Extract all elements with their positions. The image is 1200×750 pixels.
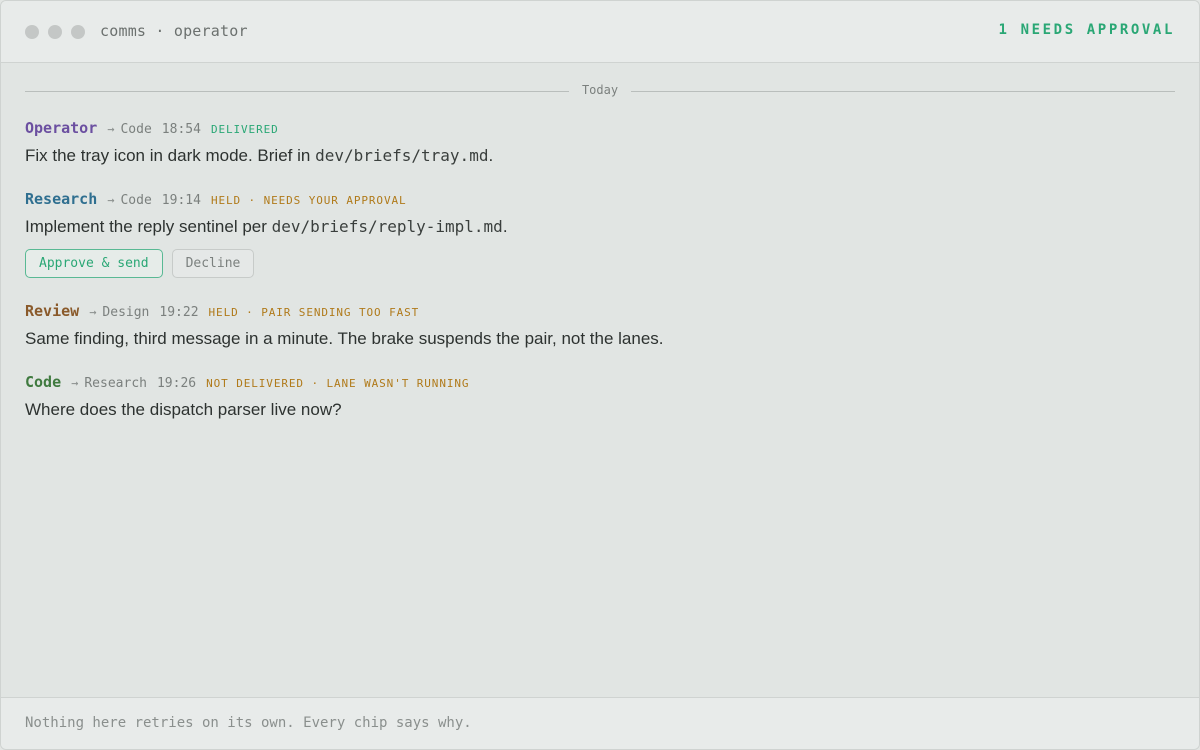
status-chip: HELD · NEEDS YOUR APPROVAL — [210, 194, 407, 207]
footer-note: Nothing here retries on its own. Every c… — [25, 715, 472, 731]
day-divider: Today — [25, 81, 1175, 101]
message-item: Code → Research 19:26 NOT DELIVERED · LA… — [25, 373, 1175, 420]
message-recipient: Research — [84, 376, 147, 391]
arrow-right-icon: → — [89, 305, 97, 319]
comms-window: comms · operator 1 NEEDS APPROVAL Today … — [0, 0, 1200, 750]
message-time: 18:54 — [161, 122, 201, 137]
message-recipient: Code — [120, 122, 152, 137]
message-meta: Code → Research 19:26 NOT DELIVERED · LA… — [25, 373, 1175, 395]
message-meta: Review → Design 19:22 HELD · PAIR SENDIN… — [25, 302, 1175, 324]
message-sender: Research — [25, 190, 98, 208]
message-time: 19:26 — [156, 376, 197, 391]
window-title: comms · operator — [100, 22, 248, 40]
message-text-end: . — [488, 146, 494, 165]
status-chip: HELD · PAIR SENDING TOO FAST — [208, 306, 420, 319]
minimize-window-dot[interactable] — [48, 25, 62, 39]
message-body: Fix the tray icon in dark mode. Brief in… — [25, 146, 1175, 166]
message-recipient: Code — [120, 193, 152, 208]
approve-send-button[interactable]: Approve & send — [25, 249, 163, 278]
arrow-right-icon: → — [71, 376, 79, 390]
message-text: Implement the reply sentinel per — [25, 217, 272, 236]
message-text-end: . — [502, 217, 508, 236]
message-item: Operator → Code 18:54 DELIVERED Fix the … — [25, 119, 1175, 166]
message-sender: Code — [25, 373, 62, 391]
message-item: Research → Code 19:14 HELD · NEEDS YOUR … — [25, 190, 1175, 278]
message-body: Where does the dispatch parser live now? — [25, 400, 342, 419]
message-body: Same finding, third message in a minute.… — [25, 329, 664, 348]
zoom-window-dot[interactable] — [71, 25, 85, 39]
approval-count-badge[interactable]: 1 NEEDS APPROVAL — [999, 22, 1175, 38]
status-chip: NOT DELIVERED · LANE WASN'T RUNNING — [206, 377, 470, 390]
approval-actions: Approve & send Decline — [25, 249, 1175, 278]
footer-bar: Nothing here retries on its own. Every c… — [1, 697, 1199, 749]
file-path: dev/briefs/tray.md — [315, 146, 489, 165]
message-recipient: Design — [102, 305, 150, 320]
file-path: dev/briefs/reply-impl.md — [271, 217, 503, 236]
window-controls — [25, 25, 85, 39]
close-window-dot[interactable] — [25, 25, 39, 39]
message-time: 19:14 — [161, 193, 201, 208]
status-chip: DELIVERED — [210, 123, 279, 136]
arrow-right-icon: → — [107, 122, 115, 136]
message-sender: Operator — [25, 119, 98, 137]
message-body: Implement the reply sentinel per dev/bri… — [25, 217, 1175, 237]
divider-line-right — [631, 91, 1175, 92]
message-sender: Review — [25, 302, 80, 320]
decline-button[interactable]: Decline — [171, 249, 255, 278]
message-item: Review → Design 19:22 HELD · PAIR SENDIN… — [25, 302, 1175, 349]
day-label: Today — [581, 83, 619, 97]
title-bar: comms · operator 1 NEEDS APPROVAL — [1, 1, 1199, 63]
message-text: Fix the tray icon in dark mode. Brief in — [25, 146, 316, 165]
arrow-right-icon: → — [107, 193, 115, 207]
message-meta: Research → Code 19:14 HELD · NEEDS YOUR … — [25, 190, 1175, 212]
message-time: 19:22 — [159, 305, 199, 320]
message-meta: Operator → Code 18:54 DELIVERED — [25, 119, 1175, 141]
